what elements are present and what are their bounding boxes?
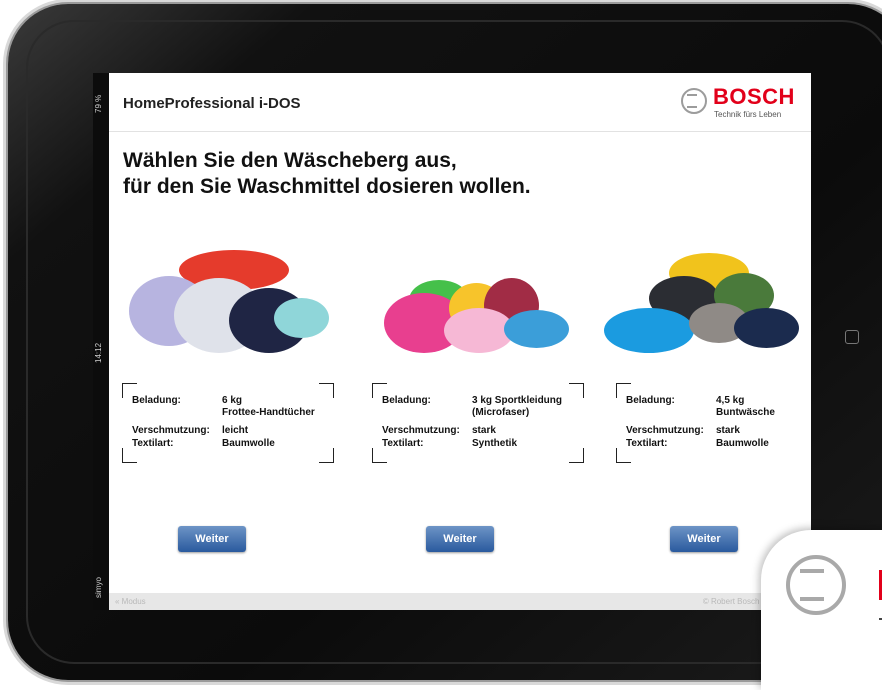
soiling-value: stark <box>472 425 496 436</box>
load-detail: Frottee-Handtücher <box>222 407 315 418</box>
screen: HomeProfessional i-DOS BOSCH Technik für… <box>93 73 811 610</box>
laundry-pile-image-sportswear[interactable] <box>364 248 584 368</box>
textile-label: Textilart: <box>382 438 424 449</box>
soiling-value: leicht <box>222 425 249 436</box>
load-detail: (Microfaser) <box>472 407 530 418</box>
soiling-value: stark <box>716 425 740 436</box>
bosch-logo: BOSCH Technik fürs Leben <box>681 81 801 123</box>
app-view: HomeProfessional i-DOS BOSCH Technik für… <box>109 73 811 610</box>
soiling-label: Verschmutzung: <box>626 425 704 436</box>
weiter-button-3[interactable]: Weiter <box>670 526 738 552</box>
laundry-pile-image-colored[interactable] <box>594 248 811 368</box>
soiling-label: Verschmutzung: <box>382 425 460 436</box>
app-header: HomeProfessional i-DOS BOSCH Technik für… <box>109 73 811 132</box>
weiter-button-2[interactable]: Weiter <box>426 526 494 552</box>
textile-label: Textilart: <box>626 438 668 449</box>
bosch-armature-icon <box>681 88 707 114</box>
clock: 14:12 <box>94 342 103 363</box>
title-line-1: Wählen Sie den Wäscheberg aus, <box>123 149 457 172</box>
load-value: 4,5 kg <box>716 395 745 406</box>
brand-name: BOSCH <box>713 84 795 109</box>
page-title: Wählen Sie den Wäscheberg aus, für den S… <box>123 148 531 200</box>
textile-value: Synthetik <box>472 438 518 449</box>
load-label: Beladung: <box>626 395 675 406</box>
bosch-armature-icon <box>786 555 846 615</box>
load-label: Beladung: <box>382 395 431 406</box>
brand-slogan: Technik fürs Leben <box>714 110 782 119</box>
battery-indicator: 79 % <box>94 94 103 113</box>
option-info-1: Beladung: 6 kg Frottee-Handtücher Verschm… <box>122 383 334 463</box>
option-info-3: Beladung: 4,5 kg Buntwäsche Verschmutzung… <box>616 383 811 463</box>
bosch-logo-corner-overlay <box>761 530 882 690</box>
textile-label: Textilart: <box>132 438 174 449</box>
weiter-button-1[interactable]: Weiter <box>178 526 246 552</box>
back-link[interactable]: « Modus <box>115 597 146 606</box>
app-footer: « Modus © Robert Bosch Hausgeräte <box>109 593 811 610</box>
laundry-pile-image-towels[interactable] <box>119 248 339 368</box>
textile-value: Baumwolle <box>222 438 275 449</box>
status-bar: 79 % 14:12 simyo <box>93 73 109 610</box>
app-title: HomeProfessional i-DOS <box>123 95 301 112</box>
load-value: 3 kg Sportkleidung <box>472 395 563 406</box>
load-value: 6 kg <box>222 395 243 406</box>
option-info-2: Beladung: 3 kg Sportkleidung (Microfaser)… <box>372 383 584 463</box>
carrier: simyo <box>94 577 103 598</box>
load-detail: Buntwäsche <box>716 407 775 418</box>
title-line-2: für den Sie Waschmittel dosieren wollen. <box>123 175 531 198</box>
textile-value: Baumwolle <box>716 438 769 449</box>
load-label: Beladung: <box>132 395 181 406</box>
soiling-label: Verschmutzung: <box>132 425 210 436</box>
home-button[interactable] <box>845 330 859 344</box>
